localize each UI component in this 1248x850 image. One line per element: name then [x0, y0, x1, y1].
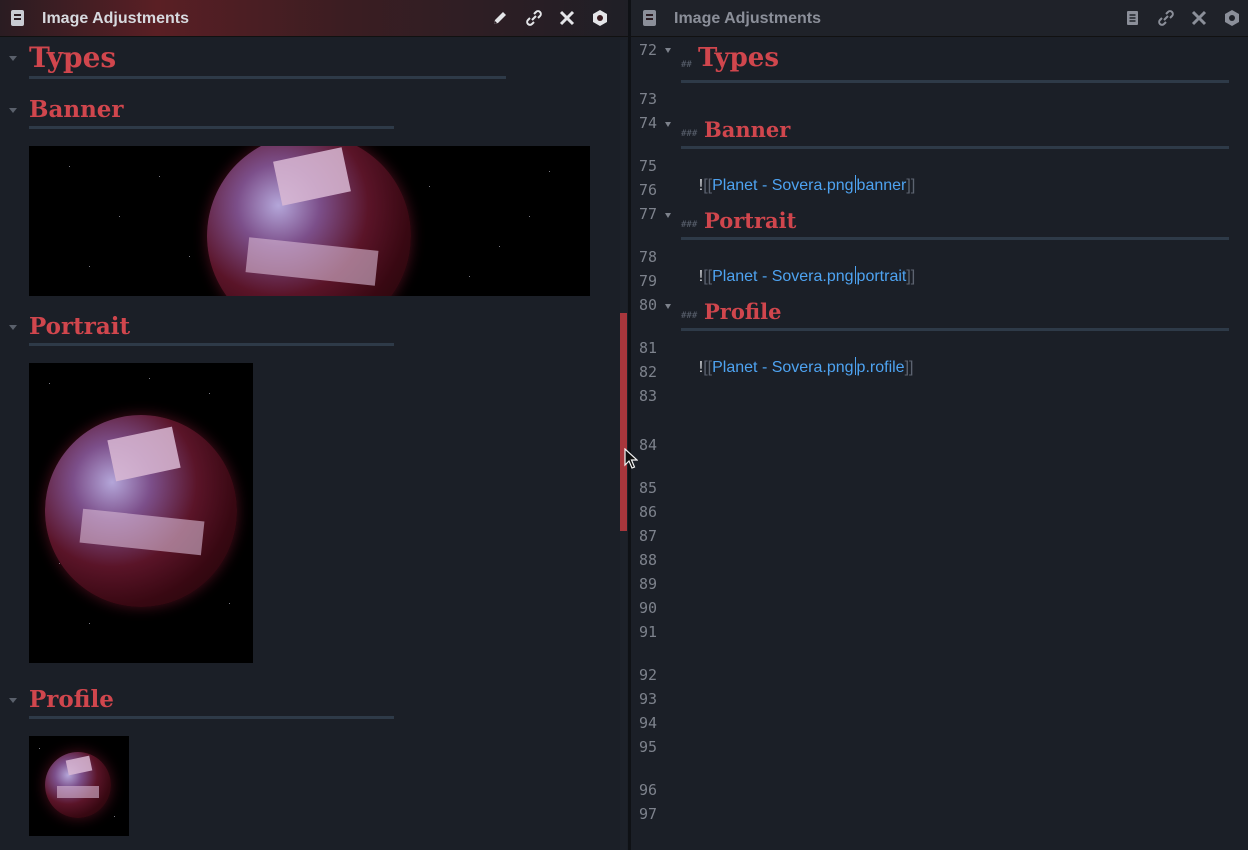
- text-cursor: [854, 357, 856, 375]
- line-number: 74: [638, 114, 657, 132]
- source-titlebar: Image Adjustments: [631, 0, 1248, 37]
- line-number: 80: [638, 296, 657, 314]
- text-cursor: [854, 175, 856, 193]
- heading-marker: ###: [681, 220, 698, 230]
- line-number: 92: [638, 666, 657, 684]
- text-cursor: [854, 266, 856, 284]
- heading-rule: [681, 146, 1229, 149]
- profile-image: [29, 736, 129, 836]
- fold-toggle-types[interactable]: [9, 56, 17, 61]
- preview-titlebar: Image Adjustments: [0, 0, 628, 37]
- document-icon: [11, 10, 24, 26]
- embed-link[interactable]: Planet - Sovera.png: [712, 359, 853, 376]
- embed-line-banner[interactable]: ![[Planet - Sovera.png banner]]: [681, 157, 915, 213]
- heading-marker: ###: [681, 129, 698, 139]
- portrait-image: [29, 363, 253, 663]
- embed-link[interactable]: Planet - Sovera.png: [712, 268, 853, 285]
- heading-rule: [681, 328, 1229, 331]
- line-number: 88: [638, 551, 657, 569]
- heading-rule: [29, 716, 394, 719]
- fold-toggle[interactable]: [665, 213, 671, 218]
- close-icon[interactable]: [1188, 7, 1210, 29]
- close-icon[interactable]: [556, 7, 578, 29]
- heading-rule: [29, 343, 394, 346]
- reading-view-icon[interactable]: [1121, 7, 1143, 29]
- embed-line-profile[interactable]: ![[Planet - Sovera.png p.rofile]]: [681, 339, 913, 395]
- heading-types: Types: [29, 41, 117, 74]
- source-editor[interactable]: 72 73 74 75 76 77 78 79 80 81 82 83 84 8…: [631, 37, 1248, 850]
- fold-toggle[interactable]: [665, 304, 671, 309]
- source-heading-portrait: Portrait: [704, 208, 797, 233]
- source-heading-banner: Banner: [704, 117, 791, 142]
- heading-portrait: Portrait: [29, 313, 131, 340]
- line-number: 95: [638, 738, 657, 756]
- heading-rule: [681, 237, 1229, 240]
- source-heading-profile: Profile: [704, 299, 782, 324]
- line-number: 73: [638, 90, 657, 108]
- fold-toggle[interactable]: [665, 48, 671, 53]
- source-heading-types: Types: [698, 43, 779, 73]
- line-number: 87: [638, 527, 657, 545]
- heading-marker: ###: [681, 311, 698, 321]
- heading-rule: [29, 126, 394, 129]
- line-number: 76: [638, 181, 657, 199]
- line-number: 79: [638, 272, 657, 290]
- line-number: 75: [638, 157, 657, 175]
- link-icon[interactable]: [523, 7, 545, 29]
- line-number: 72: [638, 41, 657, 59]
- line-number: 82: [638, 363, 657, 381]
- link-icon[interactable]: [1155, 7, 1177, 29]
- heading-rule: [29, 76, 506, 79]
- heading-profile: Profile: [29, 686, 114, 713]
- edit-icon[interactable]: [489, 7, 511, 29]
- fold-toggle-banner[interactable]: [9, 108, 17, 113]
- preview-pane: Image Adjustments Types Banner Portrait: [0, 0, 628, 850]
- banner-image: [29, 146, 590, 296]
- heading-rule: [681, 80, 1229, 83]
- line-number: 89: [638, 575, 657, 593]
- line-number: 85: [638, 479, 657, 497]
- line-number: 94: [638, 714, 657, 732]
- line-number: 93: [638, 690, 657, 708]
- line-number: 83: [638, 387, 657, 405]
- fold-toggle-portrait[interactable]: [9, 325, 17, 330]
- fold-toggle[interactable]: [665, 122, 671, 127]
- document-icon: [643, 10, 656, 26]
- embed-link[interactable]: Planet - Sovera.png: [712, 177, 853, 194]
- line-number: 78: [638, 248, 657, 266]
- line-number: 86: [638, 503, 657, 521]
- line-number: 77: [638, 205, 657, 223]
- line-number: 81: [638, 339, 657, 357]
- embed-line-portrait[interactable]: ![[Planet - Sovera.png portrait]]: [681, 248, 915, 304]
- source-title: Image Adjustments: [674, 10, 821, 27]
- line-number: 90: [638, 599, 657, 617]
- mouse-pointer-icon: [624, 448, 638, 469]
- preview-scrollbar-thumb[interactable]: [620, 313, 627, 531]
- line-number: 96: [638, 781, 657, 799]
- heading-marker: ##: [681, 60, 692, 70]
- settings-icon[interactable]: [1221, 7, 1243, 29]
- preview-title: Image Adjustments: [42, 10, 189, 27]
- settings-icon[interactable]: [589, 7, 611, 29]
- line-number: 97: [638, 805, 657, 823]
- heading-banner: Banner: [29, 96, 124, 123]
- line-number: 91: [638, 623, 657, 641]
- fold-toggle-profile[interactable]: [9, 698, 17, 703]
